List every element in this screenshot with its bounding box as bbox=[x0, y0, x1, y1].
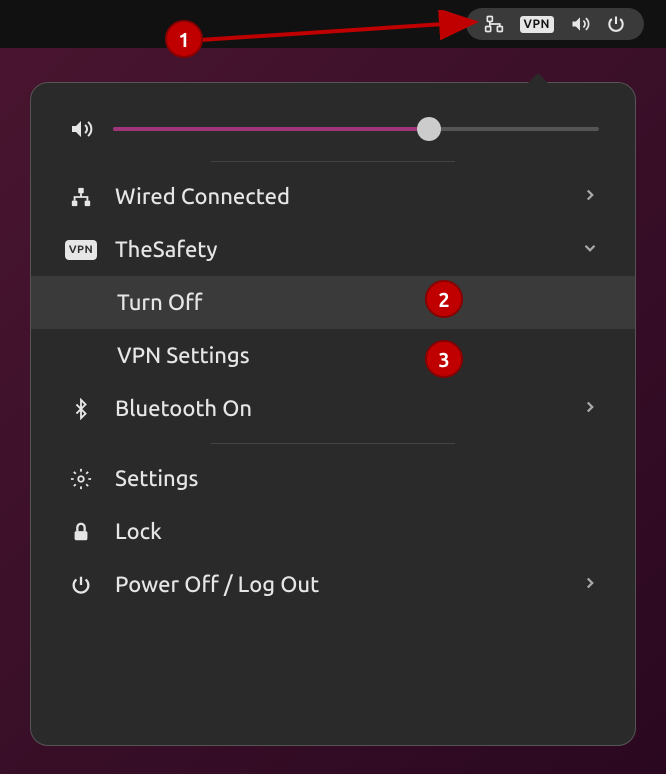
wired-label: Wired Connected bbox=[115, 184, 290, 209]
vpn-turn-off-item[interactable]: Turn Off bbox=[31, 276, 635, 329]
power-tray-icon bbox=[606, 14, 626, 34]
volume-thumb[interactable] bbox=[417, 117, 441, 141]
volume-icon bbox=[67, 117, 95, 141]
settings-label: Settings bbox=[115, 466, 198, 491]
annotation-1: 1 bbox=[165, 20, 203, 58]
system-menu-popup: Wired Connected VPN TheSafety Turn Off V… bbox=[30, 82, 636, 746]
bluetooth-icon bbox=[67, 398, 95, 420]
chevron-right-icon bbox=[581, 396, 599, 421]
vpn-label: TheSafety bbox=[115, 237, 217, 262]
power-label: Power Off / Log Out bbox=[115, 572, 319, 597]
vpn-menu-item[interactable]: VPN TheSafety bbox=[31, 223, 635, 276]
power-menu-item[interactable]: Power Off / Log Out bbox=[31, 558, 635, 611]
power-icon bbox=[67, 574, 95, 596]
lock-icon bbox=[67, 521, 95, 543]
bluetooth-menu-item[interactable]: Bluetooth On bbox=[31, 382, 635, 435]
chevron-down-icon bbox=[581, 237, 599, 262]
gear-icon bbox=[67, 468, 95, 490]
vpn-turn-off-label: Turn Off bbox=[117, 290, 202, 315]
chevron-right-icon bbox=[581, 184, 599, 209]
chevron-right-icon bbox=[581, 572, 599, 597]
network-icon bbox=[484, 14, 504, 34]
vpn-icon: VPN bbox=[67, 240, 95, 260]
network-icon bbox=[67, 186, 95, 208]
vpn-settings-item[interactable]: VPN Settings bbox=[31, 329, 635, 382]
volume-row bbox=[31, 95, 635, 153]
vpn-tray-icon: VPN bbox=[520, 16, 554, 33]
annotation-2: 2 bbox=[425, 280, 463, 318]
separator bbox=[211, 161, 455, 162]
vpn-settings-label: VPN Settings bbox=[117, 343, 250, 368]
lock-label: Lock bbox=[115, 519, 162, 544]
top-bar: VPN bbox=[0, 0, 666, 48]
volume-fill bbox=[113, 127, 429, 131]
bluetooth-label: Bluetooth On bbox=[115, 396, 252, 421]
lock-menu-item[interactable]: Lock bbox=[31, 505, 635, 558]
wired-menu-item[interactable]: Wired Connected bbox=[31, 170, 635, 223]
settings-menu-item[interactable]: Settings bbox=[31, 452, 635, 505]
volume-slider[interactable] bbox=[113, 127, 599, 131]
volume-tray-icon bbox=[570, 14, 590, 34]
separator bbox=[211, 443, 455, 444]
system-tray[interactable]: VPN bbox=[466, 8, 644, 40]
annotation-3: 3 bbox=[425, 340, 463, 378]
